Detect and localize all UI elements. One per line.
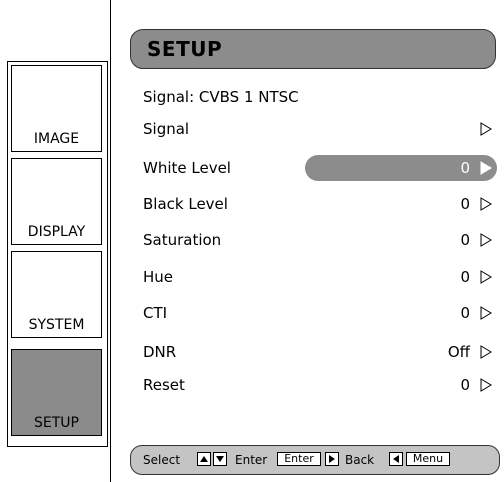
down-key-icon [213,452,227,466]
menu-item-black-level[interactable]: Black Level 0 [143,191,498,221]
menu-item-cti[interactable]: CTI 0 [143,300,498,330]
page-title: SETUP [130,29,496,69]
right-arrow-icon [480,345,492,359]
menu-item-signal[interactable]: Signal [143,116,498,146]
right-arrow-icon [480,197,492,211]
menu-item-hue[interactable]: Hue 0 [143,264,498,294]
signal-info: Signal: CVBS 1 NTSC [143,88,299,106]
right-arrow-icon [480,270,492,284]
up-key-icon [197,452,211,466]
back-label: Back [345,453,375,467]
right-arrow-icon [480,161,492,175]
tab-image[interactable]: IMAGE [11,65,102,152]
menu-item-reset[interactable]: Reset 0 [143,372,498,402]
right-arrow-icon [480,378,492,392]
right-arrow-icon [480,122,492,136]
tab-setup[interactable]: SETUP [11,349,102,436]
tab-display[interactable]: DISPLAY [11,158,102,245]
select-label: Select [143,453,181,467]
separator-line [110,0,111,482]
category-tabs: IMAGE DISPLAY SYSTEM SETUP [7,61,108,447]
menu-item-saturation[interactable]: Saturation 0 [143,227,498,257]
menu-item-dnr[interactable]: DNR Off [143,339,498,369]
footer-help-bar: Select Enter Enter Back Menu [130,445,500,475]
right-arrow-icon [480,233,492,247]
tab-system[interactable]: SYSTEM [11,251,102,338]
left-key-icon [389,452,403,466]
right-arrow-icon [480,306,492,320]
right-key-icon [325,452,339,466]
menu-key: Menu [406,452,450,466]
enter-label: Enter [235,453,268,467]
enter-key: Enter [277,452,321,466]
menu-item-white-level[interactable]: White Level 0 [143,155,498,185]
